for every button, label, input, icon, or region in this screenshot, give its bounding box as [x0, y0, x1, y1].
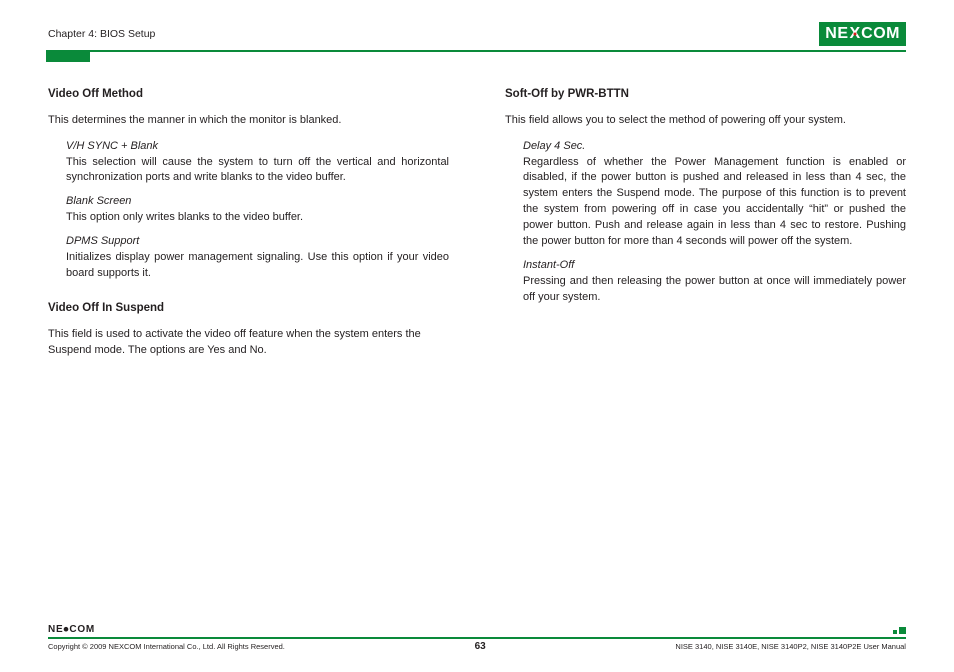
option-label: DPMS Support [66, 234, 449, 250]
option-desc: Pressing and then releasing the power bu… [523, 275, 906, 303]
footer-logo-text: NE [48, 624, 64, 635]
section-video-off-suspend: Video Off In Suspend This field is used … [48, 300, 449, 359]
logo-pre: NE [825, 25, 848, 43]
option-desc: Initializes display power management sig… [66, 251, 449, 279]
manual-page: Chapter 4: BIOS Setup NEXCOM Video Off M… [0, 0, 954, 377]
top-bar: Chapter 4: BIOS Setup NEXCOM [48, 22, 906, 46]
footer-row: Copyright © 2009 NEXCOM International Co… [48, 641, 906, 652]
heading: Video Off In Suspend [48, 300, 449, 317]
section-soft-off: Soft-Off by PWR-BTTN This field allows y… [505, 86, 906, 306]
left-column: Video Off Method This determines the man… [48, 86, 449, 377]
header-tab-icon [46, 50, 90, 62]
chapter-title: Chapter 4: BIOS Setup [48, 28, 155, 40]
logo-x-icon: X [850, 25, 861, 43]
manual-reference: NISE 3140, NISE 3140E, NISE 3140P2, NISE… [675, 642, 906, 651]
copyright-text: Copyright © 2009 NEXCOM International Co… [48, 642, 285, 651]
footer-logo-text: COM [69, 624, 95, 635]
intro-text: This field allows you to select the meth… [505, 113, 906, 129]
heading: Soft-Off by PWR-BTTN [505, 86, 906, 103]
intro-text: This determines the manner in which the … [48, 113, 449, 129]
footer-logo: NE⦁COM [48, 624, 906, 635]
heading: Video Off Method [48, 86, 449, 103]
header-rule [48, 50, 906, 52]
option-item: V/H SYNC + Blank This selection will cau… [66, 139, 449, 187]
option-label: V/H SYNC + Blank [66, 139, 449, 155]
nexcom-logo: NEXCOM [819, 22, 906, 46]
option-item: Instant-Off Pressing and then releasing … [523, 258, 906, 306]
right-column: Soft-Off by PWR-BTTN This field allows y… [505, 86, 906, 377]
intro-text: This field is used to activate the video… [48, 327, 449, 359]
option-label: Delay 4 Sec. [523, 139, 906, 155]
page-number: 63 [475, 641, 486, 652]
option-desc: Regardless of whether the Power Manageme… [523, 156, 906, 248]
footer-rule [48, 637, 906, 639]
content-columns: Video Off Method This determines the man… [48, 86, 906, 377]
footer-logo-x-icon: ⦁ [64, 624, 70, 635]
option-desc: This option only writes blanks to the vi… [66, 211, 303, 223]
footer: NE⦁COM Copyright © 2009 NEXCOM Internati… [48, 624, 906, 652]
option-desc: This selection will cause the system to … [66, 156, 449, 184]
option-item: Blank Screen This option only writes bla… [66, 194, 449, 226]
option-item: Delay 4 Sec. Regardless of whether the P… [523, 139, 906, 251]
footer-decoration-icon [893, 627, 906, 634]
option-label: Blank Screen [66, 194, 449, 210]
option-label: Instant-Off [523, 258, 906, 274]
option-item: DPMS Support Initializes display power m… [66, 234, 449, 282]
logo-post: COM [861, 25, 900, 43]
section-video-off-method: Video Off Method This determines the man… [48, 86, 449, 282]
